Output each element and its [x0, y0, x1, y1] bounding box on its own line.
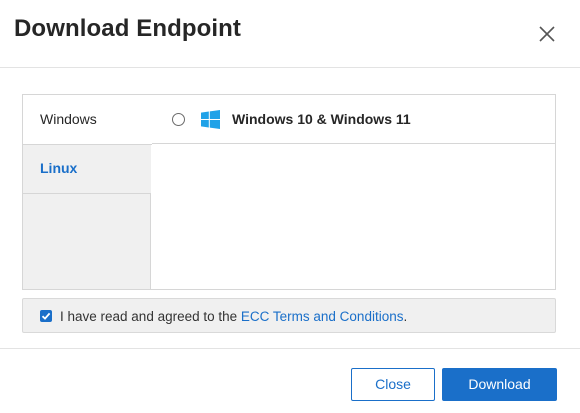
agree-checkbox[interactable]: [40, 310, 52, 322]
option-label: Windows 10 & Windows 11: [232, 111, 411, 127]
tab-windows[interactable]: Windows: [23, 95, 152, 145]
terms-agreement: I have read and agreed to the ECC Terms …: [22, 298, 556, 333]
checkmark-icon: [41, 312, 51, 320]
dialog-title: Download Endpoint: [14, 15, 241, 42]
os-selection-panel: Windows Linux Windows 10 & Windows 11: [22, 94, 556, 290]
download-button[interactable]: Download: [442, 368, 557, 401]
option-windows-10-11[interactable]: Windows 10 & Windows 11: [151, 95, 555, 144]
close-button[interactable]: Close: [351, 368, 435, 401]
os-options: Windows 10 & Windows 11: [151, 95, 555, 289]
windows-logo-icon: [201, 110, 220, 129]
close-icon[interactable]: [536, 23, 558, 45]
tab-linux[interactable]: Linux: [23, 144, 151, 194]
option-radio[interactable]: [172, 113, 185, 126]
terms-link[interactable]: ECC Terms and Conditions: [241, 309, 404, 324]
agree-prefix: I have read and agreed to the: [60, 309, 241, 324]
agree-suffix: .: [403, 309, 408, 324]
os-tab-list: Windows Linux: [23, 95, 152, 289]
agree-text: I have read and agreed to the ECC Terms …: [60, 309, 407, 324]
download-endpoint-dialog: Download Endpoint Windows Linux Windows …: [0, 0, 580, 413]
dialog-header: Download Endpoint: [0, 0, 580, 68]
footer-divider: [0, 348, 580, 349]
